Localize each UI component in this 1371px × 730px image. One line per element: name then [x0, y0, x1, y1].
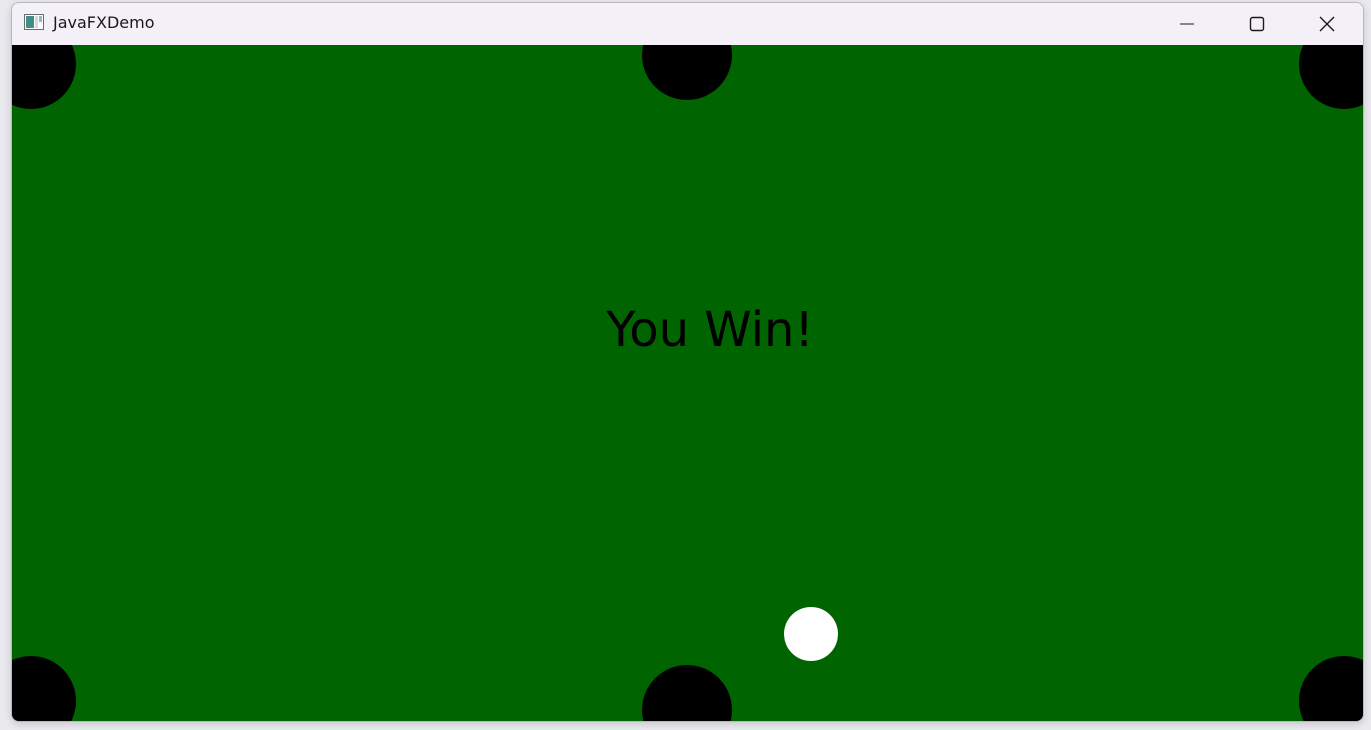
pocket-bottom-left: [12, 656, 76, 721]
maximize-icon: [1249, 16, 1265, 32]
pocket-bottom-right: [1299, 656, 1363, 721]
app-window: JavaFXDemo You Win!: [11, 2, 1364, 722]
pocket-top-right: [1299, 45, 1363, 109]
pocket-top-middle: [642, 45, 732, 100]
maximize-button[interactable]: [1222, 3, 1292, 45]
cue-ball[interactable]: [784, 607, 838, 661]
minimize-button[interactable]: [1152, 3, 1222, 45]
pool-table[interactable]: You Win!: [12, 45, 1363, 721]
pocket-top-left: [12, 45, 76, 109]
close-icon: [1319, 16, 1335, 32]
minimize-icon: [1180, 23, 1194, 25]
pocket-bottom-middle: [642, 665, 732, 721]
window-title: JavaFXDemo: [53, 13, 155, 32]
win-message: You Win!: [606, 302, 814, 358]
java-app-icon: [24, 14, 44, 30]
close-button[interactable]: [1292, 3, 1362, 45]
title-bar[interactable]: JavaFXDemo: [12, 3, 1363, 45]
